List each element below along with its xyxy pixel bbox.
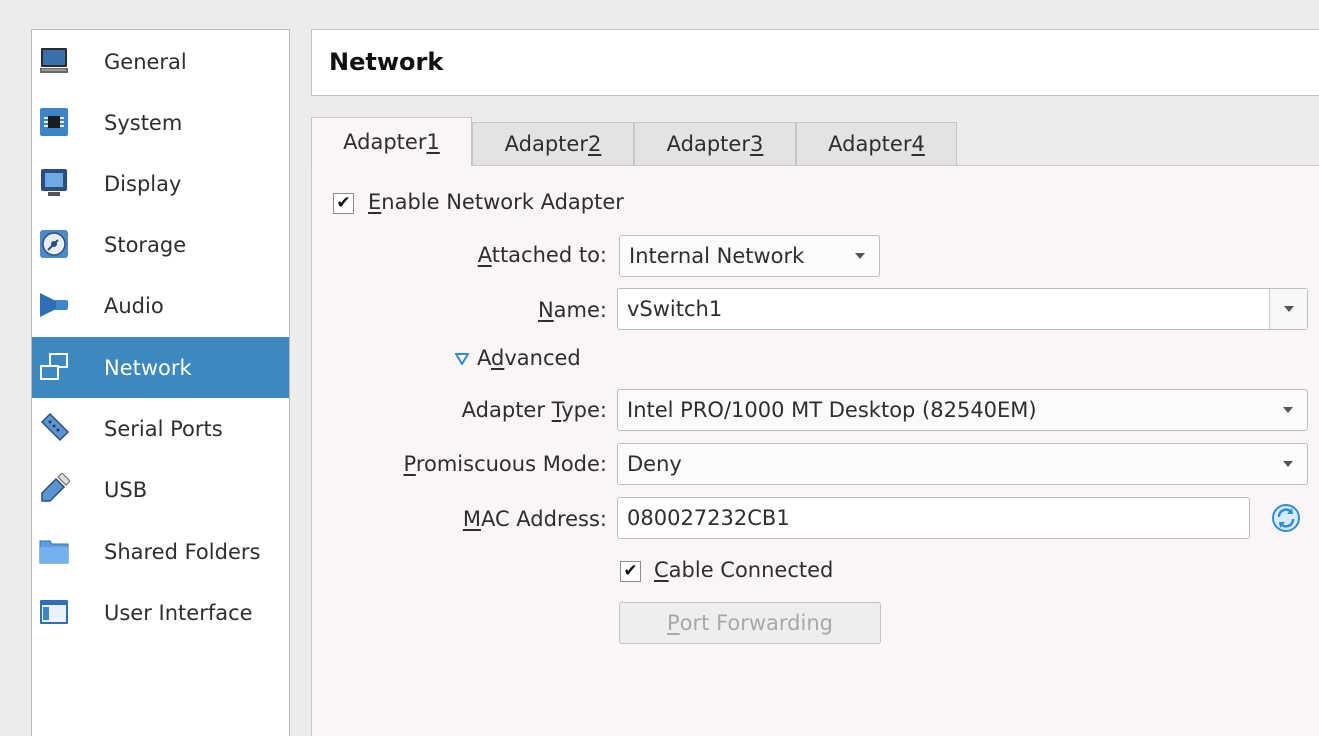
sidebar-item-label: System [104, 110, 183, 135]
cable-connected-checkbox[interactable]: ✔ [620, 561, 641, 582]
port-forwarding-button[interactable]: Port Forwarding [619, 602, 881, 644]
sidebar-item-label: Network [104, 355, 192, 380]
settings-sidebar: General System Display Storage Audio Net… [31, 29, 290, 736]
sidebar-item-label: Audio [104, 293, 164, 318]
adapter-type-label: Adapter Type: [461, 398, 607, 422]
network-name-combobox[interactable]: vSwitch1 [617, 288, 1308, 330]
sidebar-item-label: Serial Ports [104, 416, 223, 441]
mac-address-label: MAC Address: [462, 507, 607, 531]
sidebar-item-label: User Interface [104, 600, 253, 625]
network-icon [40, 353, 68, 380]
sidebar-item-storage[interactable]: Storage [32, 214, 289, 275]
sidebar-item-label: Storage [104, 232, 187, 257]
mac-address-input[interactable]: 080027232CB1 [617, 497, 1250, 539]
monitor-icon [40, 48, 68, 73]
sidebar-item-display[interactable]: Display [32, 153, 289, 214]
promiscuous-mode-select[interactable]: Deny [617, 443, 1308, 485]
sidebar-item-shared-folders[interactable]: Shared Folders [32, 521, 289, 582]
sidebar-item-general[interactable]: General [32, 31, 289, 92]
sidebar-item-usb[interactable]: USB [32, 459, 289, 520]
adapter-type-select[interactable]: Intel PRO/1000 MT Desktop (82540EM) [617, 389, 1308, 431]
cable-connected-label[interactable]: Cable Connected [654, 558, 833, 582]
attached-to-select[interactable]: Internal Network [619, 235, 880, 277]
name-label: Name: [537, 298, 607, 322]
name-dropdown-button[interactable] [1269, 289, 1307, 329]
page-title: Network [329, 48, 444, 76]
usb-icon [41, 473, 70, 502]
speaker-icon [40, 293, 68, 317]
sidebar-item-label: Shared Folders [104, 539, 261, 564]
disc-icon [40, 230, 68, 258]
enable-network-adapter-label[interactable]: Enable Network Adapter [368, 190, 624, 214]
advanced-toggle[interactable]: Advanced [454, 346, 581, 370]
promiscuous-mode-label: Promiscuous Mode: [403, 452, 607, 476]
sidebar-item-audio[interactable]: Audio [32, 275, 289, 336]
sidebar-item-serial-ports[interactable]: Serial Ports [32, 398, 289, 459]
tab-adapter-1[interactable]: Adapter 1 [311, 117, 472, 166]
chevron-down-icon [1283, 407, 1293, 413]
sidebar-item-label: USB [104, 477, 148, 502]
folder-icon [39, 540, 69, 564]
triangle-down-icon [454, 353, 470, 366]
display-icon [41, 169, 67, 196]
refresh-mac-icon[interactable] [1270, 502, 1302, 534]
sidebar-item-label: General [104, 49, 187, 74]
window-icon [40, 600, 68, 624]
enable-network-adapter-checkbox[interactable]: ✔ [333, 193, 354, 214]
sidebar-item-network[interactable]: Network [32, 337, 289, 398]
sidebar-item-system[interactable]: System [32, 92, 289, 153]
chevron-down-icon [855, 253, 865, 259]
serial-port-icon [40, 412, 70, 442]
sidebar-item-label: Display [104, 171, 182, 196]
sidebar-item-user-interface[interactable]: User Interface [32, 582, 289, 643]
tab-adapter-4[interactable]: Adapter 4 [796, 122, 957, 166]
tab-adapter-2[interactable]: Adapter 2 [472, 122, 634, 166]
page-header: Network [311, 29, 1319, 96]
tab-adapter-3[interactable]: Adapter 3 [634, 122, 796, 166]
chevron-down-icon [1283, 461, 1293, 467]
chip-icon [40, 108, 68, 136]
attached-to-label: Attached to: [477, 243, 607, 267]
